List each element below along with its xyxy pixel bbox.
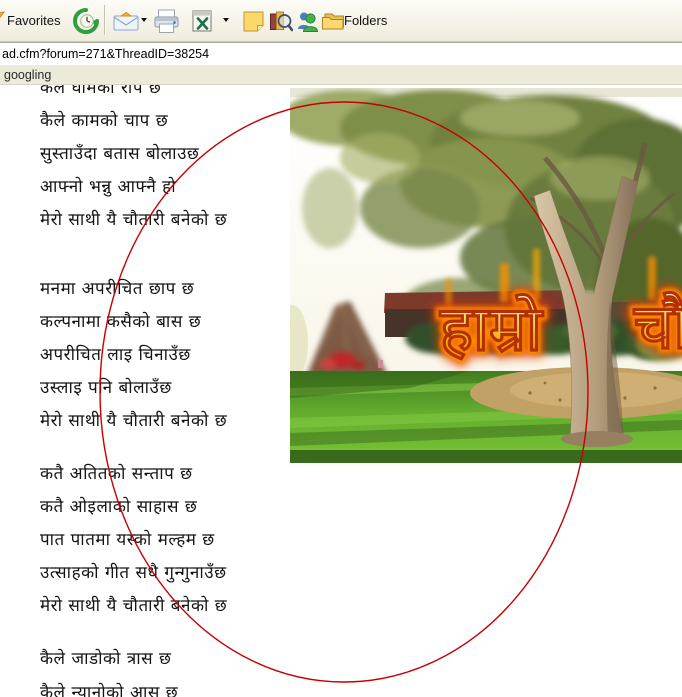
print-icon [153,9,180,34]
poem-line: अपरीचित लाइ चिनाउँछ [40,342,191,365]
flame-word-2: चौ [633,290,682,363]
history-icon [73,8,99,34]
poem-line: मेरो साथी यै चौतारी बनेको छ [40,593,227,616]
edit-excel-button[interactable] [187,6,217,36]
page-content: कैले घामको राप छ कैले कामको चाप छ सुस्ता… [0,85,682,697]
favorites-label[interactable]: Favorites [7,13,60,28]
edit-excel-icon [192,10,213,33]
small-figure [378,360,383,368]
discuss-note-icon [242,10,265,33]
chautari-photo: हाम्रो चौ हाम्रो चौ हाम्रो चौ [290,88,682,463]
google-search-text[interactable]: googling [4,68,51,82]
poem-line: मेरो साथी यै चौतारी बनेको छ [40,207,227,230]
address-bar[interactable]: ad.cfm?forum=271&ThreadID=38254 [0,42,682,66]
poem-line: आफ्नो भन्नु आफ्नै हो [40,174,176,197]
poem-line: कैले न्यानोको आस छ [40,680,178,697]
mail-icon [113,11,140,31]
poem-line: मेरो साथी यै चौतारी बनेको छ [40,408,227,431]
research-button[interactable] [265,6,295,36]
poem-line: उत्साहको गीत सधै गुन्गुनाउँछ [40,560,227,583]
ie-toolbar: Favorites [0,0,682,42]
messenger-icon [295,10,320,33]
poem-line: कतै ओइलाको साहास छ [40,494,197,517]
google-toolbar[interactable]: googling [0,65,682,85]
poem-line: कल्पनामा कसैको बास छ [40,309,201,332]
research-books-icon [268,9,293,34]
toolbar-separator [104,5,106,35]
address-url[interactable]: ad.cfm?forum=271&ThreadID=38254 [2,47,209,61]
flame-word-1: हाम्रो [439,292,544,365]
discuss-button[interactable] [238,6,268,36]
poem-line: उस्लाइ पनि बोलाउँछ [40,375,172,398]
folders-icon [321,11,346,32]
mail-dropdown-arrow[interactable] [141,18,147,22]
poem-line: मनमा अपरीचित छाप छ [40,276,194,299]
poem-line: सुस्ताउँदा बतास बोलाउछ [40,141,199,164]
poem-line: कैले जाडोको त्रास छ [40,646,171,669]
print-button[interactable] [151,6,181,36]
folders-label[interactable]: Folders [344,13,387,28]
poem-line: पात पातमा यस्को मल्हम छ [40,527,215,550]
edit-dropdown-arrow[interactable] [223,18,229,22]
mail-button[interactable] [111,6,141,36]
poem-line: कतै अतितको सन्ताप छ [40,461,193,484]
poem-line: कैले घामको राप छ [40,85,161,98]
browser-window: Favorites [0,0,682,697]
poem-line: कैले कामको चाप छ [40,108,168,131]
history-button[interactable] [71,6,101,36]
